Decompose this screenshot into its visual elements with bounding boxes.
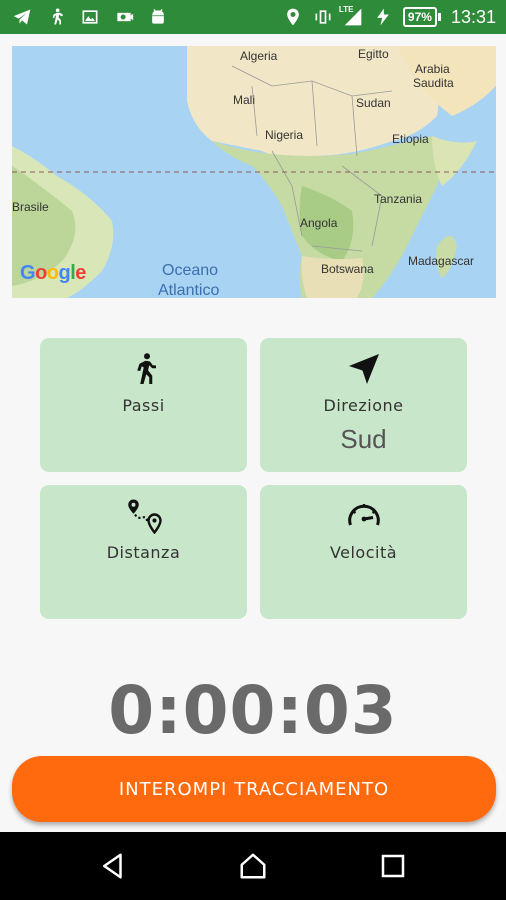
map-label-egitto: Egitto (358, 47, 389, 61)
map-label-botswana: Botswana (321, 262, 374, 276)
map-label-tanzania: Tanzania (374, 192, 423, 206)
charging-icon (373, 7, 393, 27)
route-icon (40, 495, 247, 537)
elapsed-timer: 0:00:03 (108, 672, 398, 749)
network-type: LTE (338, 5, 354, 14)
clock: 13:31 (450, 6, 496, 27)
card-distanza[interactable]: Distanza (40, 485, 247, 619)
camera-icon (114, 7, 134, 27)
recents-button[interactable] (353, 832, 433, 900)
map-label-nigeria: Nigeria (265, 128, 304, 142)
location-icon (283, 7, 303, 27)
map-label-sudan: Sudan (356, 96, 391, 110)
status-bar-notifications (12, 0, 168, 34)
image-icon (80, 7, 100, 27)
map-label-arabia: Arabia (415, 62, 450, 76)
home-button[interactable] (213, 832, 293, 900)
back-button[interactable] (73, 832, 153, 900)
telegram-icon (12, 7, 32, 27)
navigation-arrow-icon (260, 348, 467, 390)
battery-level: 97% (402, 7, 437, 27)
navigation-bar (0, 832, 506, 900)
home-icon (240, 853, 266, 879)
card-passi-label: Passi (122, 396, 165, 415)
status-bar: LTE 97% 13:31 (0, 0, 506, 34)
stop-tracking-button[interactable]: INTEROMPI TRACCIAMENTO (12, 756, 496, 822)
battery-icon: 97% (402, 7, 441, 27)
google-logo: Google (20, 262, 86, 284)
card-distanza-label: Distanza (106, 543, 181, 562)
speedometer-icon (260, 495, 467, 537)
back-icon (103, 853, 122, 879)
map-label-etiopia: Etiopia (392, 132, 429, 146)
map-label-angola: Angola (300, 216, 338, 230)
card-velocita[interactable]: Velocità (260, 485, 467, 619)
card-direzione[interactable]: Direzione Sud (260, 338, 467, 472)
vibrate-icon (313, 7, 333, 27)
map-view[interactable]: Algeria Egitto Arabia Saudita Mali Sudan… (12, 46, 496, 298)
map-label-saudita: Saudita (413, 76, 454, 90)
map-label-brasile: Brasile (12, 200, 49, 214)
map-label-atlantico: Atlantico (158, 282, 220, 298)
signal-icon: LTE (339, 5, 363, 27)
card-velocita-label: Velocità (329, 543, 398, 562)
map-label-mali: Mali (233, 93, 256, 107)
card-direzione-label: Direzione (323, 396, 404, 415)
walking-icon (40, 348, 247, 390)
recents-icon (381, 854, 405, 878)
map-label-oceano: Oceano (162, 262, 219, 279)
card-passi[interactable]: Passi (40, 338, 247, 472)
status-bar-system: LTE 97% 13:31 (283, 0, 496, 34)
walking-icon (46, 7, 66, 27)
map-label-algeria: Algeria (240, 49, 278, 63)
android-icon (148, 7, 168, 27)
map-label-madagascar: Madagascar (408, 254, 475, 268)
card-direzione-value: Sud (340, 424, 387, 454)
